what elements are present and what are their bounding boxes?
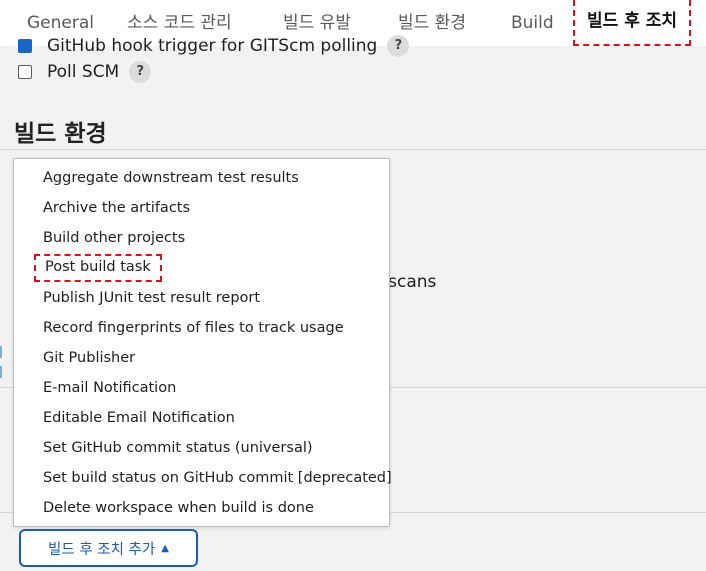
menu-item-delete-workspace[interactable]: Delete workspace when build is done <box>43 494 314 522</box>
menu-item-set-build-status-on-github-commit[interactable]: Set build status on GitHub commit [depre… <box>43 464 392 492</box>
menu-item-aggregate-downstream-test-results[interactable]: Aggregate downstream test results <box>43 164 299 192</box>
menu-item-set-github-commit-status[interactable]: Set GitHub commit status (universal) <box>43 434 313 462</box>
menu-item-publish-junit-test-result-report[interactable]: Publish JUnit test result report <box>43 284 260 312</box>
tab-build[interactable]: Build <box>511 0 554 46</box>
add-post-build-action-label: 빌드 후 조치 추가 <box>48 541 156 558</box>
github-hook-label[interactable]: GitHub hook trigger for GITScm polling <box>47 36 377 56</box>
menu-item-editable-email-notification[interactable]: Editable Email Notification <box>43 404 235 432</box>
section-marker <box>0 366 2 378</box>
post-build-action-dropdown: Aggregate downstream test results Archiv… <box>13 158 392 527</box>
tab-post-build-actions[interactable]: 빌드 후 조치 <box>573 0 692 46</box>
menu-item-record-fingerprints[interactable]: Record fingerprints of files to track us… <box>43 314 344 342</box>
caret-up-icon: ▲ <box>161 542 169 554</box>
help-icon[interactable]: ? <box>129 61 152 83</box>
section-title-build-environment: 빌드 환경 <box>14 121 107 147</box>
poll-scm-label[interactable]: Poll SCM <box>47 62 119 82</box>
menu-item-git-publisher[interactable]: Git Publisher <box>43 344 135 372</box>
poll-scm-checkbox[interactable] <box>18 65 32 79</box>
section-marker <box>0 346 2 358</box>
github-hook-checkbox[interactable] <box>18 39 32 53</box>
menu-item-post-build-task[interactable]: Post build task <box>34 254 162 282</box>
menu-item-email-notification[interactable]: E-mail Notification <box>43 374 176 402</box>
help-icon[interactable]: ? <box>387 35 410 57</box>
menu-item-archive-the-artifacts[interactable]: Archive the artifacts <box>43 194 190 222</box>
poll-scm-row: Poll SCM ? <box>18 60 152 84</box>
add-post-build-action-button[interactable]: 빌드 후 조치 추가 ▲ <box>19 529 198 567</box>
github-hook-trigger-row: GitHub hook trigger for GITScm polling ? <box>18 34 410 58</box>
menu-item-build-other-projects[interactable]: Build other projects <box>43 224 185 252</box>
section-divider <box>0 149 706 150</box>
